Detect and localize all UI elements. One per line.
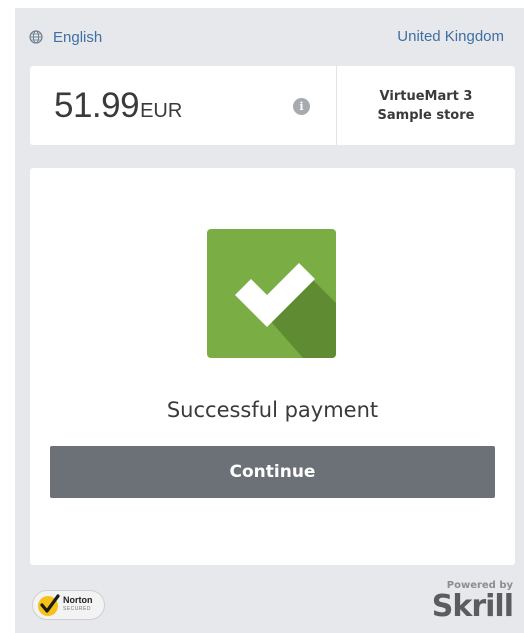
order-summary: 51.99 EUR i VirtueMart 3 Sample store <box>30 66 515 145</box>
amount-value: 51.99 <box>54 86 140 125</box>
norton-text: Norton SECURED <box>63 596 93 614</box>
merchant-name-line1: VirtueMart 3 <box>379 88 473 104</box>
amount-currency: EUR <box>140 100 183 122</box>
globe-icon <box>29 30 43 44</box>
language-label: English <box>53 28 103 46</box>
continue-button[interactable]: Continue <box>50 446 495 498</box>
checkmark-icon <box>235 263 336 358</box>
top-bar: English United Kingdom <box>15 8 524 66</box>
merchant-name: VirtueMart 3 Sample store <box>337 66 515 145</box>
payment-widget: English United Kingdom 51.99 EUR i Virtu… <box>15 8 524 633</box>
norton-brand: Norton <box>63 595 93 605</box>
payment-status: Successful payment <box>166 398 379 422</box>
payment-amount: 51.99 EUR <box>54 86 182 126</box>
language-selector[interactable]: English <box>29 28 102 46</box>
country-selector[interactable]: United Kingdom <box>397 28 504 45</box>
footer: Norton SECURED Powered by Skrill <box>15 575 524 633</box>
info-icon[interactable]: i <box>293 98 310 115</box>
norton-secured-badge[interactable]: Norton SECURED <box>32 590 105 620</box>
merchant-name-line2: Sample store <box>377 107 475 123</box>
success-badge <box>207 229 336 358</box>
skrill-logo: Skrill <box>431 589 514 624</box>
result-panel: Successful payment Continue <box>30 168 515 565</box>
norton-secured-label: SECURED <box>63 606 91 612</box>
powered-by-skrill: Powered by Skrill <box>423 580 514 624</box>
norton-check-icon <box>38 594 60 616</box>
